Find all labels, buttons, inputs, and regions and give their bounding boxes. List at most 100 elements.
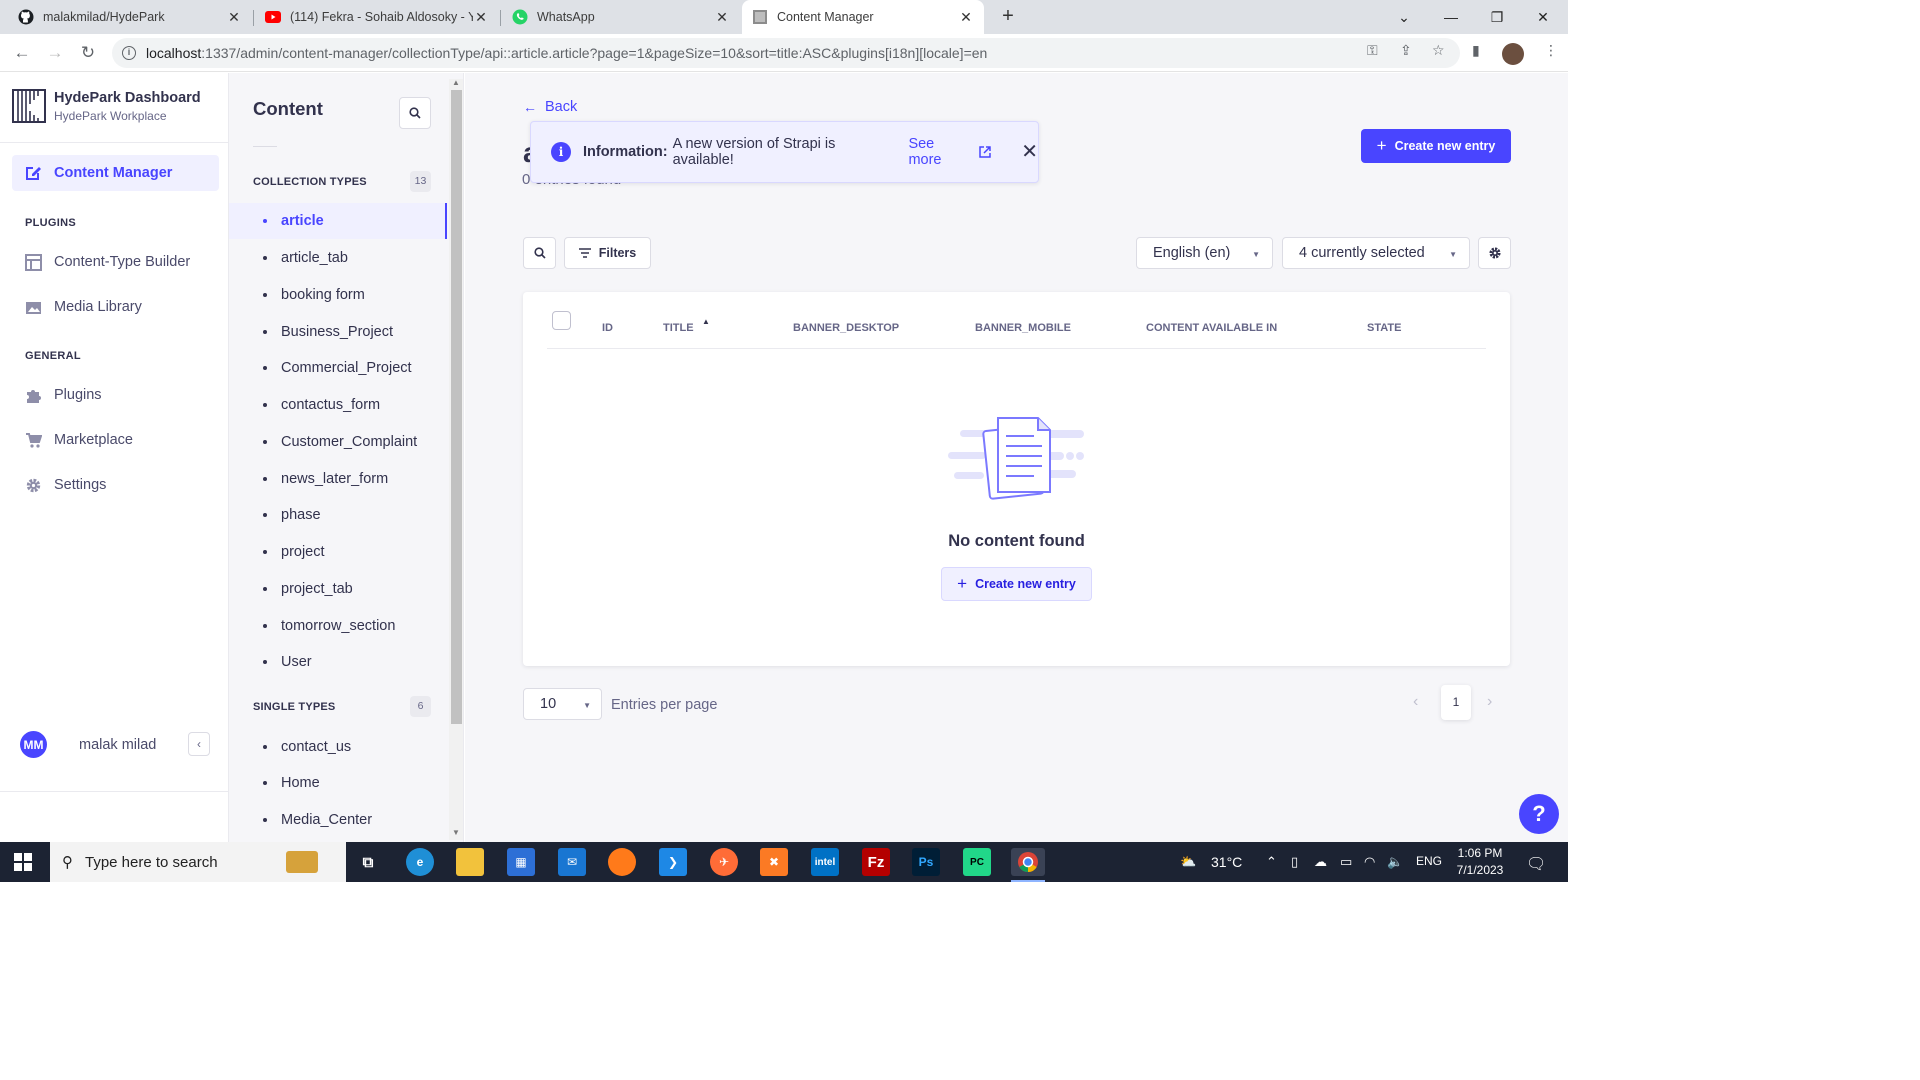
key-icon[interactable]: ⚿ — [1367, 42, 1378, 59]
external-link-icon[interactable] — [979, 146, 991, 158]
weather-temperature[interactable]: 31°C — [1211, 854, 1242, 870]
browser-tab-youtube[interactable]: (114) Fekra - Sohaib Aldosoky - YouTube … — [255, 0, 499, 34]
subnav-search-button[interactable] — [399, 97, 431, 129]
locale-select[interactable]: English (en) ▼ — [1136, 237, 1273, 269]
tab-search-chevron-icon[interactable]: ⌄ — [1381, 0, 1427, 34]
subnav-item-contactus-form[interactable]: contactus_form — [229, 387, 447, 423]
subnav-item-media-center[interactable]: Media_Center — [229, 802, 447, 838]
column-header-title[interactable]: TITLE — [663, 322, 694, 334]
device-icon[interactable]: ▯ — [1291, 854, 1298, 870]
close-tab-icon[interactable]: ✕ — [226, 9, 242, 26]
vscode-icon[interactable]: ❯ — [659, 848, 687, 876]
table-search-button[interactable] — [523, 237, 556, 269]
site-info-icon[interactable]: i — [122, 46, 136, 60]
store-icon[interactable]: ▦ — [507, 848, 535, 876]
close-tab-icon[interactable]: ✕ — [473, 9, 489, 26]
help-button[interactable]: ? — [1519, 794, 1559, 834]
select-all-checkbox[interactable] — [552, 311, 571, 330]
subnav-item-booking-form[interactable]: booking form — [229, 277, 447, 313]
back-arrow-icon[interactable]: ← — [11, 42, 33, 64]
close-notification-icon[interactable]: ✕ — [1021, 142, 1038, 162]
create-new-entry-button[interactable]: + Create new entry — [1361, 129, 1511, 163]
address-bar[interactable]: i localhost:1337/admin/content-manager/c… — [112, 38, 1460, 68]
empty-create-new-entry-button[interactable]: + Create new entry — [941, 567, 1092, 601]
weather-icon[interactable]: ⛅ — [1180, 854, 1196, 870]
minimize-button[interactable]: — — [1428, 0, 1474, 34]
browser-tab-whatsapp[interactable]: WhatsApp ✕ — [502, 0, 740, 34]
forward-arrow-icon[interactable]: → — [44, 42, 66, 64]
file-explorer-icon[interactable] — [456, 848, 484, 876]
sort-ascending-icon[interactable]: ▲ — [702, 317, 710, 326]
onedrive-icon[interactable]: ☁ — [1314, 854, 1327, 870]
close-tab-icon[interactable]: ✕ — [714, 9, 730, 26]
subnav-item-article[interactable]: article — [229, 203, 447, 239]
filters-button[interactable]: Filters — [564, 237, 651, 269]
profile-avatar[interactable] — [1502, 43, 1524, 65]
reload-icon[interactable]: ↻ — [77, 42, 99, 64]
page-size-select[interactable]: 10 ▼ — [523, 688, 602, 720]
xampp-icon[interactable]: ✖ — [760, 848, 788, 876]
user-avatar[interactable]: MM — [20, 731, 47, 758]
clock[interactable]: 1:06 PM 7/1/2023 — [1450, 845, 1510, 879]
subnav-item-customer-complaint[interactable]: Customer_Complaint — [229, 424, 447, 460]
columns-select[interactable]: 4 currently selected ▼ — [1282, 237, 1470, 269]
nav-media-library[interactable]: Media Library — [24, 298, 142, 316]
mail-icon[interactable]: ✉ — [558, 848, 586, 876]
subnav-item-project-tab[interactable]: project_tab — [229, 571, 447, 607]
close-window-button[interactable]: ✕ — [1520, 0, 1566, 34]
subnav-item-news-later-form[interactable]: news_later_form — [229, 461, 447, 497]
new-tab-button[interactable]: + — [996, 5, 1020, 29]
current-page-button[interactable]: 1 — [1441, 685, 1471, 720]
subnav-item-article-tab[interactable]: article_tab — [229, 240, 447, 276]
edge-icon[interactable]: e — [406, 848, 434, 876]
battery-icon[interactable]: ▭ — [1340, 854, 1352, 870]
nav-content-type-builder[interactable]: Content-Type Builder — [24, 253, 190, 271]
wifi-icon[interactable]: ◠ — [1364, 854, 1375, 870]
firefox-icon[interactable] — [608, 848, 636, 876]
column-header-banner-mobile[interactable]: BANNER_MOBILE — [975, 322, 1071, 334]
user-name[interactable]: malak milad — [79, 737, 156, 753]
subnav-item-commercial-project[interactable]: Commercial_Project — [229, 350, 447, 386]
menu-kebab-icon[interactable]: ⋮ — [1544, 42, 1558, 59]
subnav-item-user[interactable]: User — [229, 644, 447, 680]
input-language[interactable]: ENG — [1416, 854, 1442, 868]
browser-tab-content-manager[interactable]: Content Manager ✕ — [742, 0, 984, 34]
close-tab-icon[interactable]: ✕ — [958, 9, 974, 26]
nav-settings[interactable]: Settings — [24, 476, 106, 494]
subnav-item-tomorrow-section[interactable]: tomorrow_section — [229, 608, 447, 644]
scroll-up-arrow-icon[interactable]: ▲ — [451, 78, 461, 87]
task-view-icon[interactable]: ⧉ — [354, 848, 382, 876]
subnav-scroll-thumb[interactable] — [451, 90, 462, 724]
subnav-item-phase[interactable]: phase — [229, 497, 447, 533]
taskbar-search-box[interactable]: ⚲ Type here to search — [50, 842, 346, 882]
notifications-icon[interactable]: 🗨 — [1526, 854, 1546, 874]
windows-start-icon[interactable] — [14, 853, 32, 871]
chrome-icon[interactable] — [1011, 848, 1045, 876]
see-more-link[interactable]: See more — [908, 136, 971, 168]
collapse-nav-button[interactable]: ‹ — [188, 732, 210, 756]
pycharm-icon[interactable]: PC — [963, 848, 991, 876]
restore-button[interactable]: ❐ — [1474, 0, 1520, 34]
side-panel-icon[interactable]: ▮ — [1472, 42, 1480, 59]
subnav-item-home[interactable]: Home — [229, 765, 447, 801]
nav-content-manager[interactable]: Content Manager — [12, 155, 219, 191]
postman-icon[interactable]: ✈ — [710, 848, 738, 876]
list-settings-button[interactable] — [1478, 237, 1511, 269]
previous-page-icon[interactable]: ‹ — [1413, 693, 1418, 711]
scroll-down-arrow-icon[interactable]: ▼ — [451, 828, 461, 837]
subnav-item-business-project[interactable]: Business_Project — [229, 314, 447, 350]
share-icon[interactable]: ⇪ — [1400, 42, 1412, 59]
filezilla-icon[interactable]: Fz — [862, 848, 890, 876]
column-header-banner-desktop[interactable]: BANNER_DESKTOP — [793, 322, 899, 334]
nav-marketplace[interactable]: Marketplace — [24, 431, 133, 449]
next-page-icon[interactable]: › — [1487, 693, 1492, 711]
volume-icon[interactable]: 🔈 — [1387, 854, 1403, 870]
column-header-id[interactable]: ID — [602, 322, 613, 334]
bookmark-star-icon[interactable]: ☆ — [1432, 42, 1445, 59]
subnav-item-contact-us[interactable]: contact_us — [229, 729, 447, 765]
tray-chevron-icon[interactable]: ⌃ — [1266, 854, 1277, 870]
back-link[interactable]: ← Back — [523, 99, 577, 115]
photoshop-icon[interactable]: Ps — [912, 848, 940, 876]
nav-plugins[interactable]: Plugins — [24, 386, 102, 404]
intel-icon[interactable]: intel — [811, 848, 839, 876]
